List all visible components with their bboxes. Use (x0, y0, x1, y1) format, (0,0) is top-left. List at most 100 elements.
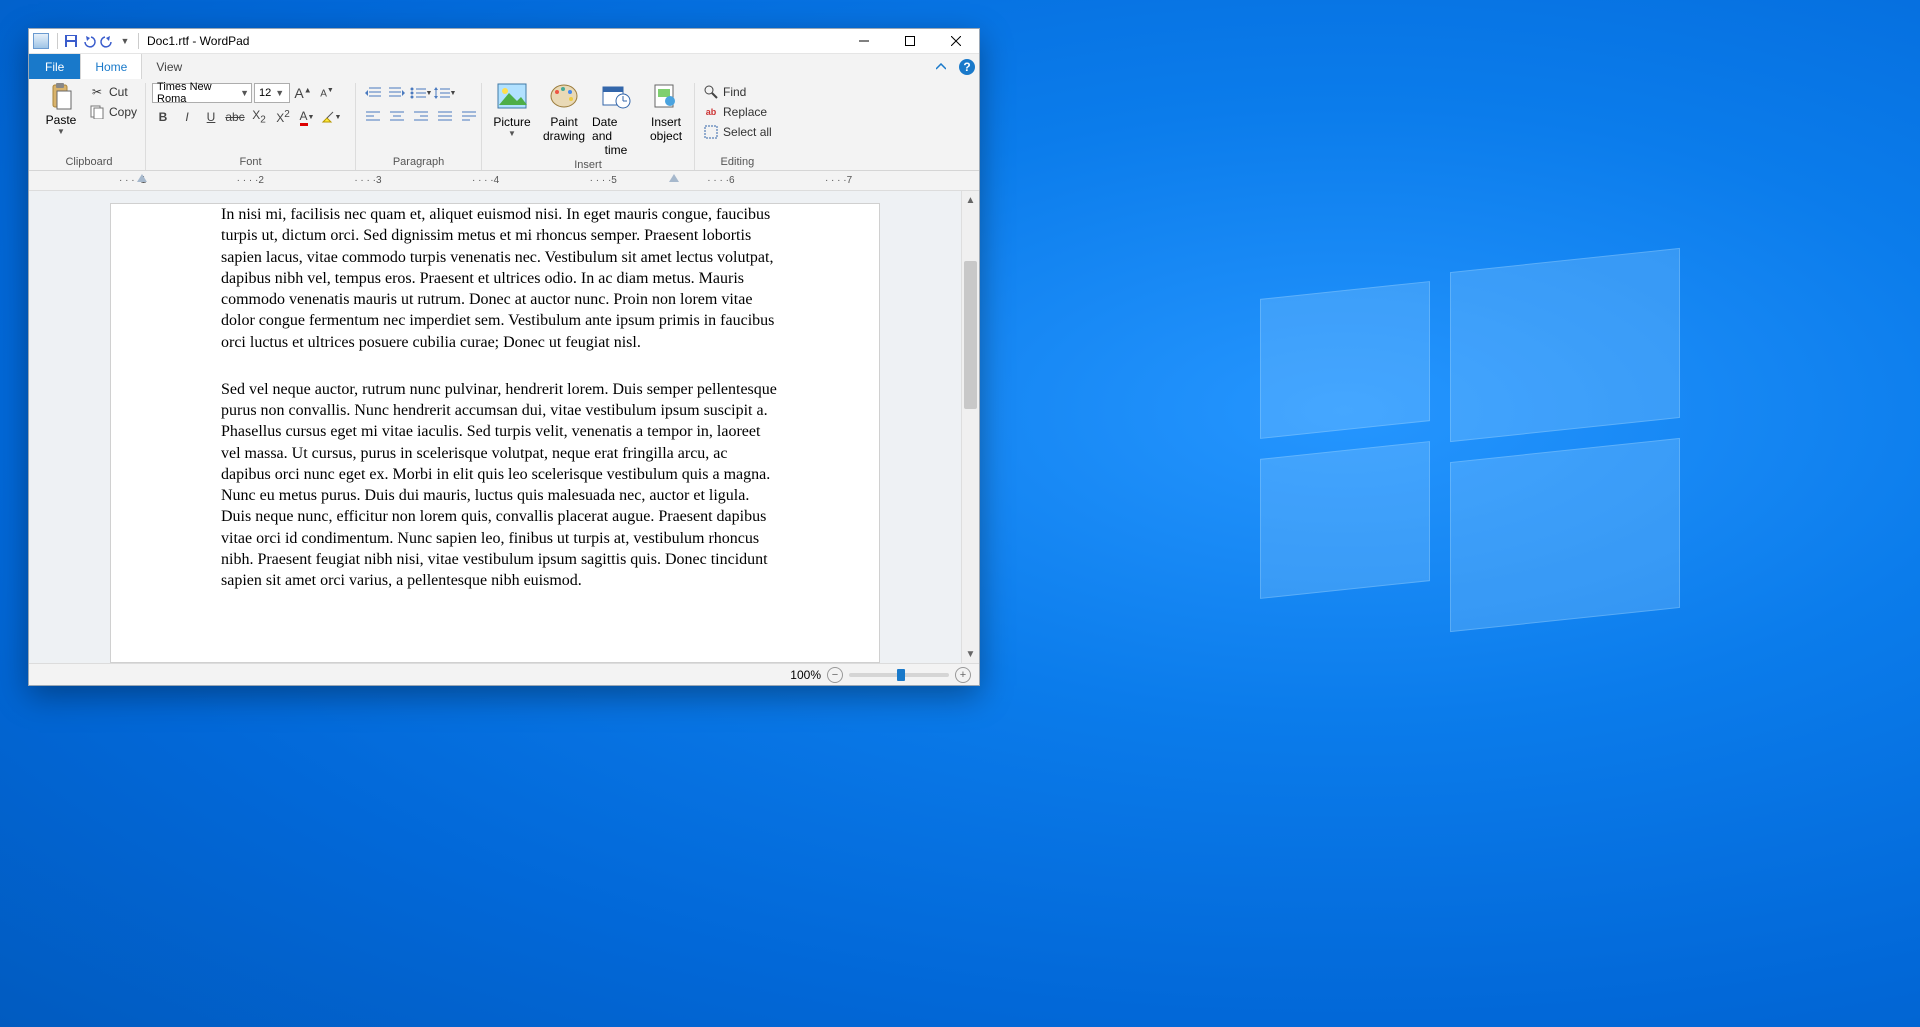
subscript-button[interactable]: X2 (248, 107, 270, 127)
zoom-slider-thumb[interactable] (897, 669, 905, 681)
close-button[interactable] (933, 29, 979, 53)
underline-button[interactable]: U (200, 107, 222, 127)
bullet-list-button[interactable]: ▼ (410, 83, 432, 103)
paste-icon (47, 83, 75, 111)
align-justify-icon (438, 111, 452, 123)
qat-redo-button[interactable] (98, 32, 116, 50)
zoom-in-button[interactable]: + (955, 667, 971, 683)
shrink-font-button[interactable]: A▼ (316, 83, 338, 103)
align-justify-button[interactable] (434, 107, 456, 127)
group-font: Times New Roma▼ 12▼ A▲ A▼ B I U abc X2 X… (146, 83, 356, 170)
replace-button[interactable]: ab Replace (701, 103, 769, 121)
paragraph[interactable]: In nisi mi, facilisis nec quam et, aliqu… (221, 204, 781, 353)
minimize-button[interactable] (841, 29, 887, 53)
align-right-button[interactable] (410, 107, 432, 127)
group-insert: Picture ▼ Paint drawing Date and time In… (482, 83, 695, 170)
ribbon-collapse-button[interactable] (927, 54, 955, 79)
clipboard-group-label: Clipboard (39, 154, 139, 168)
align-left-icon (366, 111, 380, 123)
grow-font-button[interactable]: A▲ (292, 83, 314, 103)
paragraph-dialog-icon (462, 111, 476, 123)
increase-indent-icon (389, 86, 405, 100)
ribbon: Paste ▼ ✂ Cut Copy Clipboard (29, 79, 979, 171)
group-paragraph: ▼ ▼ Paragraph (356, 83, 482, 170)
scroll-thumb[interactable] (964, 261, 977, 409)
document-area: · · · · 1· · · · 2· · · · 3· · · · 4· · … (29, 171, 979, 663)
qat-customize-button[interactable]: ▼ (116, 32, 134, 50)
select-all-button[interactable]: Select all (701, 123, 774, 141)
select-all-icon (703, 124, 719, 140)
strikethrough-button[interactable]: abc (224, 107, 246, 127)
align-center-button[interactable] (386, 107, 408, 127)
insert-datetime-button[interactable]: Date and time (592, 83, 640, 157)
chevron-up-icon (936, 63, 946, 71)
home-tab[interactable]: Home (80, 54, 142, 79)
strikethrough-icon: abc (225, 110, 244, 124)
copy-button[interactable]: Copy (87, 103, 139, 121)
cut-button[interactable]: ✂ Cut (87, 83, 139, 101)
document-page[interactable]: In nisi mi, facilisis nec quam et, aliqu… (110, 203, 880, 663)
view-tab[interactable]: View (142, 54, 197, 79)
superscript-icon: X2 (276, 109, 290, 125)
paste-button[interactable]: Paste ▼ (39, 83, 83, 136)
ribbon-tabs: File Home View ? (29, 53, 979, 79)
bullet-list-icon (410, 86, 426, 100)
paragraph[interactable]: Sed vel neque auctor, rutrum nunc pulvin… (221, 379, 781, 592)
paragraph-dialog-button[interactable] (458, 107, 480, 127)
copy-icon (89, 104, 105, 120)
line-spacing-button[interactable]: ▼ (434, 83, 456, 103)
maximize-icon (905, 36, 915, 46)
maximize-button[interactable] (887, 29, 933, 53)
subscript-icon: X2 (252, 108, 266, 125)
insert-object-button[interactable]: Insert object (644, 83, 688, 143)
help-button[interactable]: ? (955, 54, 979, 79)
highlight-icon (321, 110, 335, 124)
ruler[interactable]: · · · · 1· · · · 2· · · · 3· · · · 4· · … (29, 171, 979, 191)
qat-save-button[interactable] (62, 32, 80, 50)
font-size-combo[interactable]: 12▼ (254, 83, 290, 103)
grow-font-icon: A▲ (294, 85, 311, 101)
window-title: Doc1.rtf - WordPad (147, 34, 249, 48)
font-color-icon: A (300, 109, 308, 126)
object-icon (651, 83, 681, 113)
zoom-out-button[interactable]: − (827, 667, 843, 683)
insert-picture-button[interactable]: Picture ▼ (488, 83, 536, 138)
scroll-up-button[interactable]: ▲ (962, 191, 979, 209)
left-indent-marker[interactable] (137, 174, 147, 182)
align-center-icon (390, 111, 404, 123)
find-button[interactable]: Find (701, 83, 748, 101)
cut-icon: ✂ (89, 84, 105, 100)
qat-undo-button[interactable] (80, 32, 98, 50)
minimize-icon (859, 36, 869, 46)
bold-button[interactable]: B (152, 107, 174, 127)
insert-paint-button[interactable]: Paint drawing (540, 83, 588, 143)
zoom-slider[interactable] (849, 673, 949, 677)
highlight-button[interactable]: ▼ (320, 107, 342, 127)
decrease-indent-icon (365, 86, 381, 100)
paste-label: Paste (46, 113, 77, 127)
align-left-button[interactable] (362, 107, 384, 127)
line-spacing-icon (434, 86, 450, 100)
shrink-font-icon: A▼ (320, 87, 334, 99)
italic-icon: I (185, 110, 188, 124)
picture-icon (497, 83, 527, 113)
app-icon (33, 33, 49, 49)
help-icon: ? (959, 59, 975, 75)
scroll-down-button[interactable]: ▼ (962, 645, 979, 663)
superscript-button[interactable]: X2 (272, 107, 294, 127)
bold-icon: B (159, 110, 168, 124)
replace-icon: ab (703, 104, 719, 120)
titlebar[interactable]: ▼ Doc1.rtf - WordPad (29, 29, 979, 53)
right-indent-marker[interactable] (669, 174, 679, 182)
wordpad-window: ▼ Doc1.rtf - WordPad File Home View ? (28, 28, 980, 686)
vertical-scrollbar[interactable]: ▲ ▼ (961, 191, 979, 663)
italic-button[interactable]: I (176, 107, 198, 127)
file-tab[interactable]: File (29, 54, 80, 79)
increase-indent-button[interactable] (386, 83, 408, 103)
group-editing: Find ab Replace Select all Editing (695, 83, 780, 170)
font-color-button[interactable]: A▼ (296, 107, 318, 127)
find-icon (703, 84, 719, 100)
font-family-combo[interactable]: Times New Roma▼ (152, 83, 252, 103)
group-clipboard: Paste ▼ ✂ Cut Copy Clipboard (33, 83, 146, 170)
decrease-indent-button[interactable] (362, 83, 384, 103)
